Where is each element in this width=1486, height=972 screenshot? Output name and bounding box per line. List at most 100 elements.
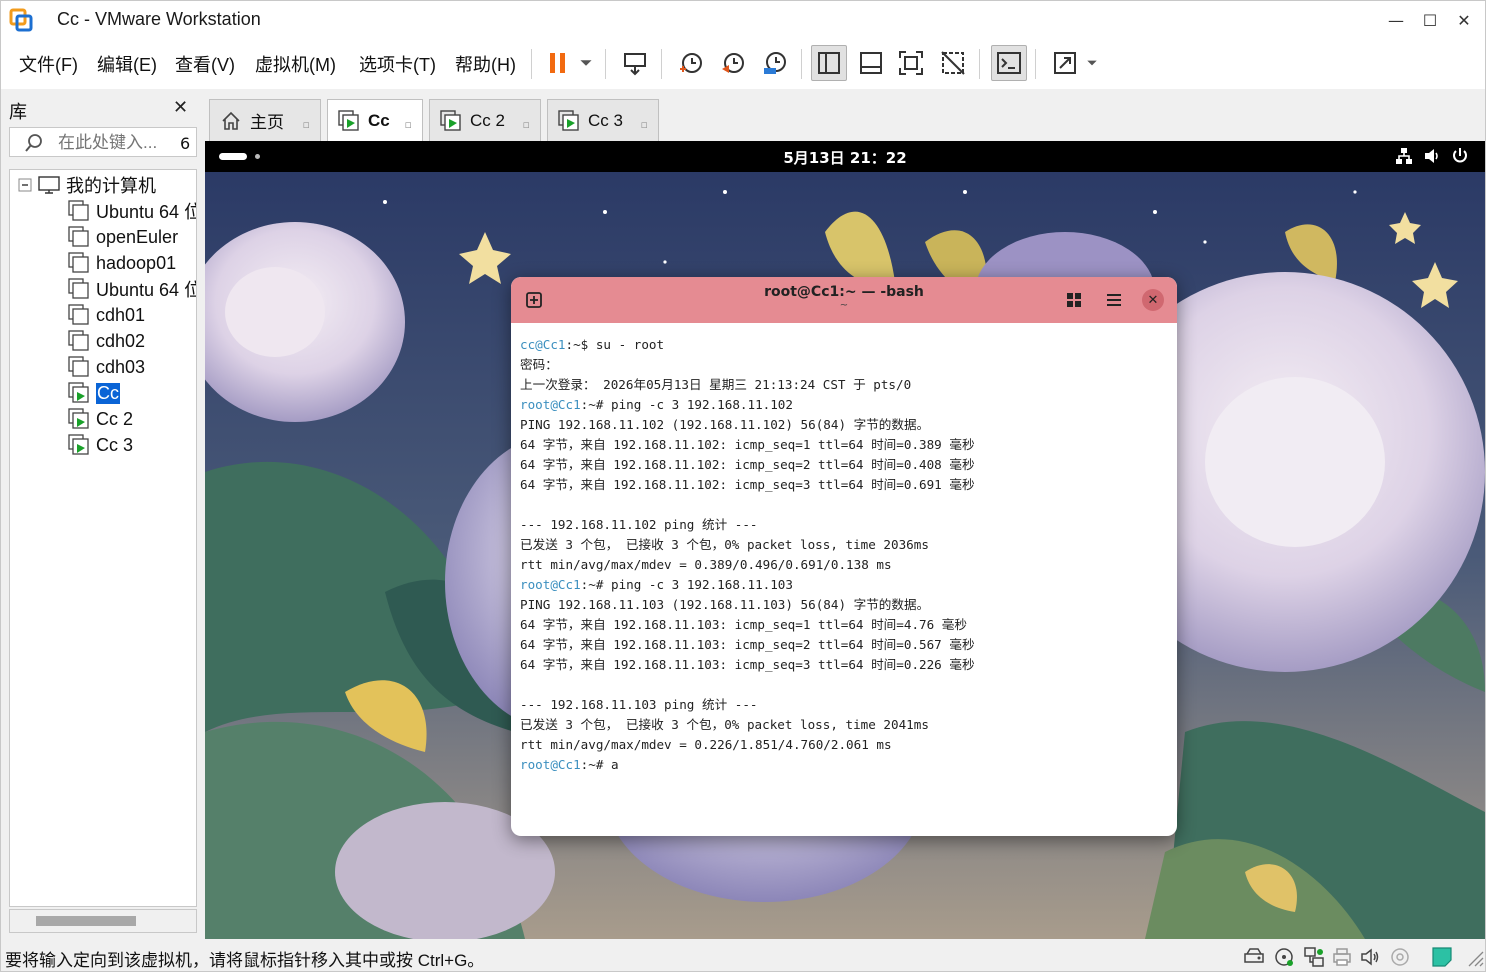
library-horizontal-scrollbar[interactable] [9, 909, 197, 933]
unity-button[interactable] [935, 45, 971, 81]
network-icon[interactable] [1395, 147, 1413, 165]
menu-tabs[interactable]: 选项卡(T) [359, 51, 436, 77]
vm-running-icon [68, 408, 89, 429]
tab-home[interactable]: 主页 ▫ [209, 99, 321, 141]
show-library-button[interactable] [811, 45, 847, 81]
console-view-button[interactable] [991, 45, 1027, 81]
gnome-top-bar: 5月13日 21：22 [205, 141, 1485, 172]
terminal-header-bar[interactable]: root@Cc1:~ — -bash ~ ✕ [511, 277, 1177, 323]
pause-button[interactable] [541, 45, 575, 81]
vm-console-screen[interactable]: 5月13日 21：22 root@Cc1:~ — -bash ~ ✕ cc@Cc… [205, 141, 1485, 939]
tree-item-label: cdh01 [96, 304, 146, 325]
dropdown-icon [580, 60, 592, 66]
tree-item-label: Cc 3 [96, 434, 134, 455]
terminal-line-text: 64 字节，来自 192.168.11.103: icmp_seq=1 ttl=… [520, 617, 967, 632]
terminal-line-text: --- 192.168.11.103 ping 统计 --- [520, 697, 758, 712]
send-ctrl-alt-del-button[interactable] [617, 45, 653, 81]
send-keys-icon [624, 53, 646, 76]
tab-close-icon[interactable]: ▫ [303, 118, 310, 131]
vm-tree: 我的计算机 Ubuntu 64 位 openEuler hadoop01 Ubuntu… [9, 169, 197, 907]
terminal-menu-button[interactable] [1103, 289, 1125, 311]
terminal-prompt-user: cc@Cc1 [520, 337, 566, 352]
terminal-line: cc@Cc1:~$ su - root [520, 335, 1170, 355]
vm-running-icon [440, 109, 461, 131]
tab-cc-3[interactable]: Cc 3 ▫ [547, 99, 659, 141]
minimize-icon: — [1388, 10, 1404, 30]
tree-root-my-computer[interactable]: 我的计算机 [18, 172, 156, 198]
full-screen-button[interactable] [893, 45, 929, 81]
close-button[interactable]: ✕ [1451, 7, 1477, 33]
tree-item[interactable]: cdh03 [68, 354, 145, 380]
menu-vm[interactable]: 虚拟机(M) [255, 51, 336, 77]
vmware-logo-icon [9, 8, 33, 32]
tree-item[interactable]: cdh02 [68, 328, 145, 354]
home-icon [222, 111, 240, 130]
take-snapshot-button[interactable] [673, 45, 709, 81]
vmware-window: Cc - VMware Workstation — ☐ ✕ 文件(F) 编辑(E… [0, 0, 1486, 972]
vm-icon [68, 278, 89, 299]
terminal-line: 64 字节，来自 192.168.11.102: icmp_seq=3 ttl=… [520, 475, 1170, 495]
vm-running-icon [68, 382, 89, 403]
cdrom-icon[interactable] [1273, 946, 1295, 968]
message-icon[interactable] [1431, 946, 1453, 968]
tree-item[interactable]: Cc 3 [68, 432, 133, 458]
library-search-input[interactable] [58, 132, 168, 154]
tree-item[interactable]: cdh01 [68, 302, 145, 328]
tree-item[interactable]: Ubuntu 64 位 [68, 198, 196, 224]
usb-icon[interactable] [1389, 946, 1411, 968]
tree-item[interactable]: Ubuntu 64 位 [68, 276, 196, 302]
terminal-window[interactable]: root@Cc1:~ — -bash ~ ✕ cc@Cc1:~$ su - ro… [511, 277, 1177, 836]
menu-view[interactable]: 查看(V) [175, 51, 235, 77]
resize-grip-icon[interactable] [1463, 946, 1485, 968]
tab-overview-button[interactable] [1063, 289, 1085, 311]
menu-help[interactable]: 帮助(H) [455, 51, 516, 77]
terminal-line: rtt min/avg/max/mdev = 0.226/1.851/4.760… [520, 735, 1170, 755]
power-icon[interactable] [1451, 147, 1469, 165]
sound-icon[interactable] [1359, 946, 1381, 968]
hdd-icon[interactable] [1243, 946, 1265, 968]
library-view-icon [818, 52, 840, 74]
tab-cc-2[interactable]: Cc 2 ▫ [429, 99, 541, 141]
tab-close-icon[interactable]: ▫ [523, 118, 530, 131]
menu-edit[interactable]: 编辑(E) [97, 51, 157, 77]
tab-cc[interactable]: Cc ▫ [327, 99, 423, 141]
tree-item[interactable]: Cc [68, 380, 120, 406]
tree-item[interactable]: openEuler [68, 224, 178, 250]
library-close-button[interactable]: ✕ [173, 97, 188, 118]
title-bar: Cc - VMware Workstation — ☐ ✕ [1, 1, 1485, 39]
terminal-prompt-path: :~# [580, 757, 604, 772]
tree-item[interactable]: Cc 2 [68, 406, 133, 432]
vm-running-icon [68, 434, 89, 455]
tab-close-icon[interactable]: ▫ [405, 118, 412, 131]
menu-file[interactable]: 文件(F) [19, 51, 78, 77]
pause-dropdown-button[interactable] [573, 45, 599, 81]
scrollbar-thumb[interactable] [36, 916, 136, 926]
maximize-icon: ☐ [1422, 10, 1438, 30]
toolbar-separator [1035, 49, 1036, 79]
vm-running-icon [338, 109, 359, 131]
volume-icon[interactable] [1423, 147, 1441, 165]
minimize-button[interactable]: — [1383, 7, 1409, 33]
terminal-line-text: 上一次登录： 2026年05月13日 星期三 21:13:24 CST 于 pt… [520, 377, 912, 392]
terminal-line-text: su - root [588, 337, 665, 352]
tab-close-icon[interactable]: ▫ [641, 118, 648, 131]
maximize-button[interactable]: ☐ [1417, 7, 1443, 33]
status-message: 要将输入定向到该虚拟机，请将鼠标指针移入其中或按 Ctrl+G。 [5, 951, 485, 970]
stretch-dropdown-button[interactable] [1081, 45, 1103, 81]
revert-snapshot-button[interactable] [715, 45, 751, 81]
stretch-guest-button[interactable] [1047, 45, 1083, 81]
terminal-line-text: 64 字节，来自 192.168.11.103: icmp_seq=2 ttl=… [520, 637, 975, 652]
tab-label: Cc 2 [470, 110, 505, 130]
terminal-close-button[interactable]: ✕ [1142, 289, 1164, 311]
terminal-line: 64 字节，来自 192.168.11.103: icmp_seq=2 ttl=… [520, 635, 1170, 655]
vm-icon [68, 356, 89, 377]
printer-icon[interactable] [1331, 946, 1353, 968]
toolbar-separator [531, 49, 532, 79]
library-search-box[interactable]: 6 [9, 127, 197, 157]
snapshot-manager-button[interactable] [757, 45, 793, 81]
network-adapter-icon[interactable] [1303, 946, 1325, 968]
terminal-output[interactable]: cc@Cc1:~$ su - root 密码： 上一次登录： 2026年05月13日… [520, 335, 1170, 825]
tree-item[interactable]: hadoop01 [68, 250, 176, 276]
top-bar-clock[interactable]: 5月13日 21：22 [205, 147, 1485, 168]
show-thumbnail-button[interactable] [853, 45, 889, 81]
